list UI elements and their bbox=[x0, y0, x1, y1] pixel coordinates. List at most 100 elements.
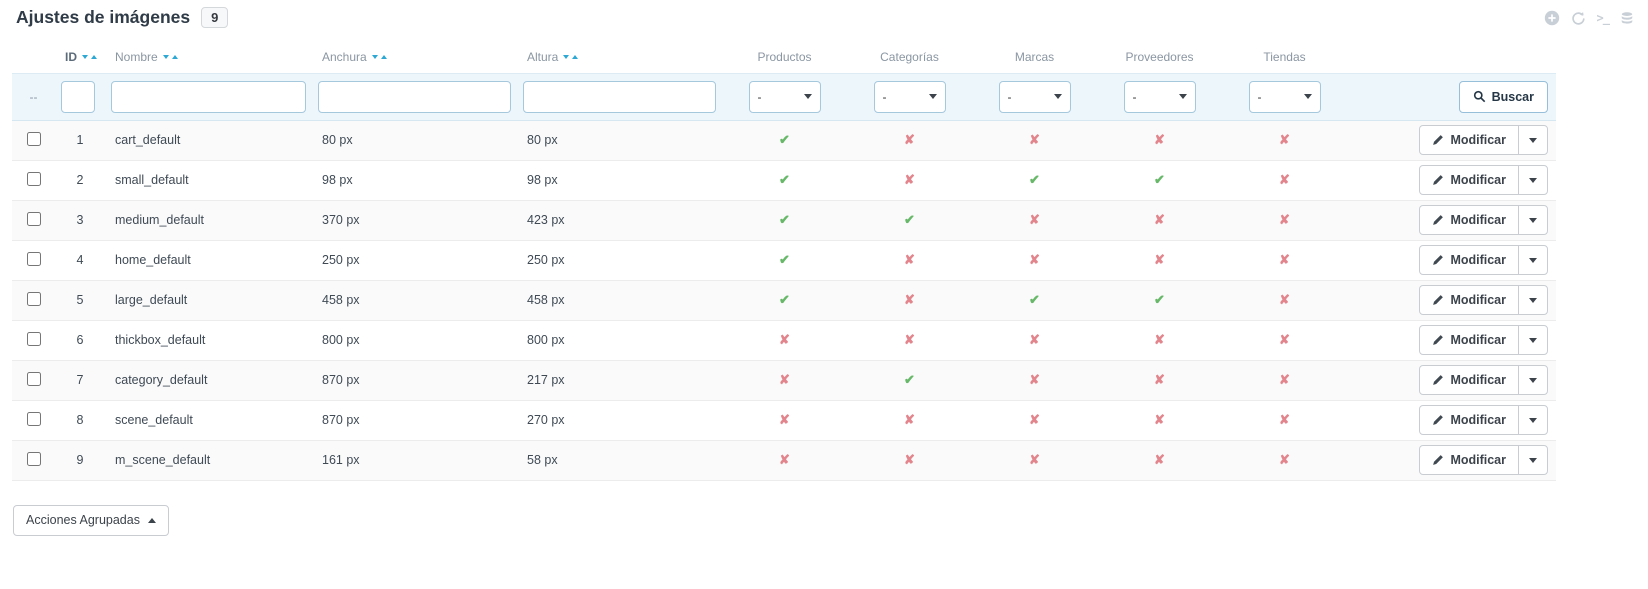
cross-icon[interactable]: ✘ bbox=[779, 332, 790, 347]
cross-icon[interactable]: ✘ bbox=[1154, 372, 1165, 387]
check-icon[interactable]: ✔ bbox=[779, 252, 790, 267]
cross-icon[interactable]: ✘ bbox=[1279, 452, 1290, 467]
filter-brands-select[interactable]: - bbox=[998, 80, 1071, 113]
cross-icon[interactable]: ✘ bbox=[1279, 332, 1290, 347]
sort-desc-icon[interactable] bbox=[371, 54, 378, 59]
sort-asc-icon[interactable] bbox=[171, 54, 178, 59]
check-icon[interactable]: ✔ bbox=[904, 372, 915, 387]
sort-asc-icon[interactable] bbox=[91, 54, 97, 59]
filter-stores-select[interactable]: - bbox=[1248, 80, 1321, 113]
cross-icon[interactable]: ✘ bbox=[1279, 252, 1290, 267]
cross-icon[interactable]: ✘ bbox=[1154, 452, 1165, 467]
terminal-icon[interactable]: >_ bbox=[1597, 11, 1610, 25]
modify-button[interactable]: Modificar bbox=[1420, 126, 1518, 154]
search-button[interactable]: Buscar bbox=[1458, 80, 1548, 113]
cross-icon[interactable]: ✘ bbox=[904, 252, 915, 267]
modify-dropdown-toggle[interactable] bbox=[1518, 126, 1547, 155]
cross-icon[interactable]: ✘ bbox=[904, 452, 915, 467]
cross-icon[interactable]: ✘ bbox=[1154, 132, 1165, 147]
row-checkbox[interactable] bbox=[26, 211, 41, 226]
cross-icon[interactable]: ✘ bbox=[1029, 212, 1040, 227]
bulk-actions-button[interactable]: Acciones Agrupadas bbox=[13, 504, 169, 536]
filter-categories-select[interactable]: - bbox=[873, 80, 946, 113]
cross-icon[interactable]: ✘ bbox=[1154, 252, 1165, 267]
filter-id-input[interactable] bbox=[61, 80, 95, 113]
sort-desc-icon[interactable] bbox=[82, 54, 88, 59]
page-title-text: Ajustes de imágenes bbox=[16, 7, 191, 27]
cross-icon[interactable]: ✘ bbox=[1029, 332, 1040, 347]
cross-icon[interactable]: ✘ bbox=[1029, 452, 1040, 467]
bulk-actions-label: Acciones Agrupadas bbox=[26, 513, 140, 528]
check-icon[interactable]: ✔ bbox=[1029, 292, 1040, 307]
modify-button[interactable]: Modificar bbox=[1420, 366, 1518, 394]
modify-dropdown-toggle[interactable] bbox=[1518, 366, 1547, 395]
cross-icon[interactable]: ✘ bbox=[1279, 372, 1290, 387]
modify-dropdown-toggle[interactable] bbox=[1518, 246, 1547, 275]
row-checkbox[interactable] bbox=[26, 331, 41, 346]
modify-button[interactable]: Modificar bbox=[1420, 166, 1518, 194]
cross-icon[interactable]: ✘ bbox=[1029, 372, 1040, 387]
filter-name-input[interactable] bbox=[111, 80, 306, 113]
modify-button[interactable]: Modificar bbox=[1420, 286, 1518, 314]
cross-icon[interactable]: ✘ bbox=[1279, 412, 1290, 427]
modify-button[interactable]: Modificar bbox=[1420, 206, 1518, 234]
modify-button[interactable]: Modificar bbox=[1420, 406, 1518, 434]
cross-icon[interactable]: ✘ bbox=[904, 132, 915, 147]
check-icon[interactable]: ✔ bbox=[779, 212, 790, 227]
cross-icon[interactable]: ✘ bbox=[904, 412, 915, 427]
row-checkbox[interactable] bbox=[26, 171, 41, 186]
cross-icon[interactable]: ✘ bbox=[1279, 172, 1290, 187]
modify-dropdown-toggle[interactable] bbox=[1518, 446, 1547, 475]
cell-products: ✔ bbox=[722, 160, 847, 201]
check-icon[interactable]: ✔ bbox=[1154, 172, 1165, 187]
row-checkbox[interactable] bbox=[26, 291, 41, 306]
cell-actions: Modificar bbox=[1347, 440, 1556, 481]
cross-icon[interactable]: ✘ bbox=[1279, 212, 1290, 227]
cross-icon[interactable]: ✘ bbox=[1154, 212, 1165, 227]
cross-icon[interactable]: ✘ bbox=[904, 172, 915, 187]
check-icon[interactable]: ✔ bbox=[779, 292, 790, 307]
cross-icon[interactable]: ✘ bbox=[779, 372, 790, 387]
modify-button[interactable]: Modificar bbox=[1420, 326, 1518, 354]
cross-icon[interactable]: ✘ bbox=[1279, 292, 1290, 307]
check-icon[interactable]: ✔ bbox=[779, 132, 790, 147]
modify-dropdown-toggle[interactable] bbox=[1518, 286, 1547, 315]
sort-asc-icon[interactable] bbox=[572, 54, 579, 59]
sort-desc-icon[interactable] bbox=[162, 54, 169, 59]
row-checkbox[interactable] bbox=[26, 451, 41, 466]
row-checkbox[interactable] bbox=[26, 411, 41, 426]
check-icon[interactable]: ✔ bbox=[779, 172, 790, 187]
modify-button[interactable]: Modificar bbox=[1420, 446, 1518, 474]
cell-products: ✘ bbox=[722, 400, 847, 441]
filter-suppliers-select[interactable]: - bbox=[1123, 80, 1196, 113]
cross-icon[interactable]: ✘ bbox=[1029, 412, 1040, 427]
cross-icon[interactable]: ✘ bbox=[779, 452, 790, 467]
modify-button[interactable]: Modificar bbox=[1420, 246, 1518, 274]
cross-icon[interactable]: ✘ bbox=[1029, 132, 1040, 147]
sort-desc-icon[interactable] bbox=[563, 54, 570, 59]
modify-dropdown-toggle[interactable] bbox=[1518, 326, 1547, 355]
modify-dropdown-toggle[interactable] bbox=[1518, 206, 1547, 235]
cross-icon[interactable]: ✘ bbox=[1029, 252, 1040, 267]
filter-height-input[interactable] bbox=[523, 80, 716, 113]
cross-icon[interactable]: ✘ bbox=[1154, 412, 1165, 427]
check-icon[interactable]: ✔ bbox=[1154, 292, 1165, 307]
cross-icon[interactable]: ✘ bbox=[779, 412, 790, 427]
row-checkbox[interactable] bbox=[26, 251, 41, 266]
database-icon[interactable] bbox=[1620, 11, 1634, 26]
check-icon[interactable]: ✔ bbox=[1029, 172, 1040, 187]
check-icon[interactable]: ✔ bbox=[904, 212, 915, 227]
cross-icon[interactable]: ✘ bbox=[1279, 132, 1290, 147]
refresh-icon[interactable] bbox=[1571, 11, 1586, 26]
row-checkbox[interactable] bbox=[26, 371, 41, 386]
modify-dropdown-toggle[interactable] bbox=[1518, 406, 1547, 435]
cross-icon[interactable]: ✘ bbox=[904, 332, 915, 347]
row-checkbox[interactable] bbox=[26, 131, 41, 146]
filter-products-select[interactable]: - bbox=[748, 80, 821, 113]
filter-width-input[interactable] bbox=[318, 80, 511, 113]
cross-icon[interactable]: ✘ bbox=[904, 292, 915, 307]
add-icon[interactable] bbox=[1544, 10, 1560, 26]
sort-asc-icon[interactable] bbox=[380, 54, 387, 59]
cross-icon[interactable]: ✘ bbox=[1154, 332, 1165, 347]
modify-dropdown-toggle[interactable] bbox=[1518, 166, 1547, 195]
